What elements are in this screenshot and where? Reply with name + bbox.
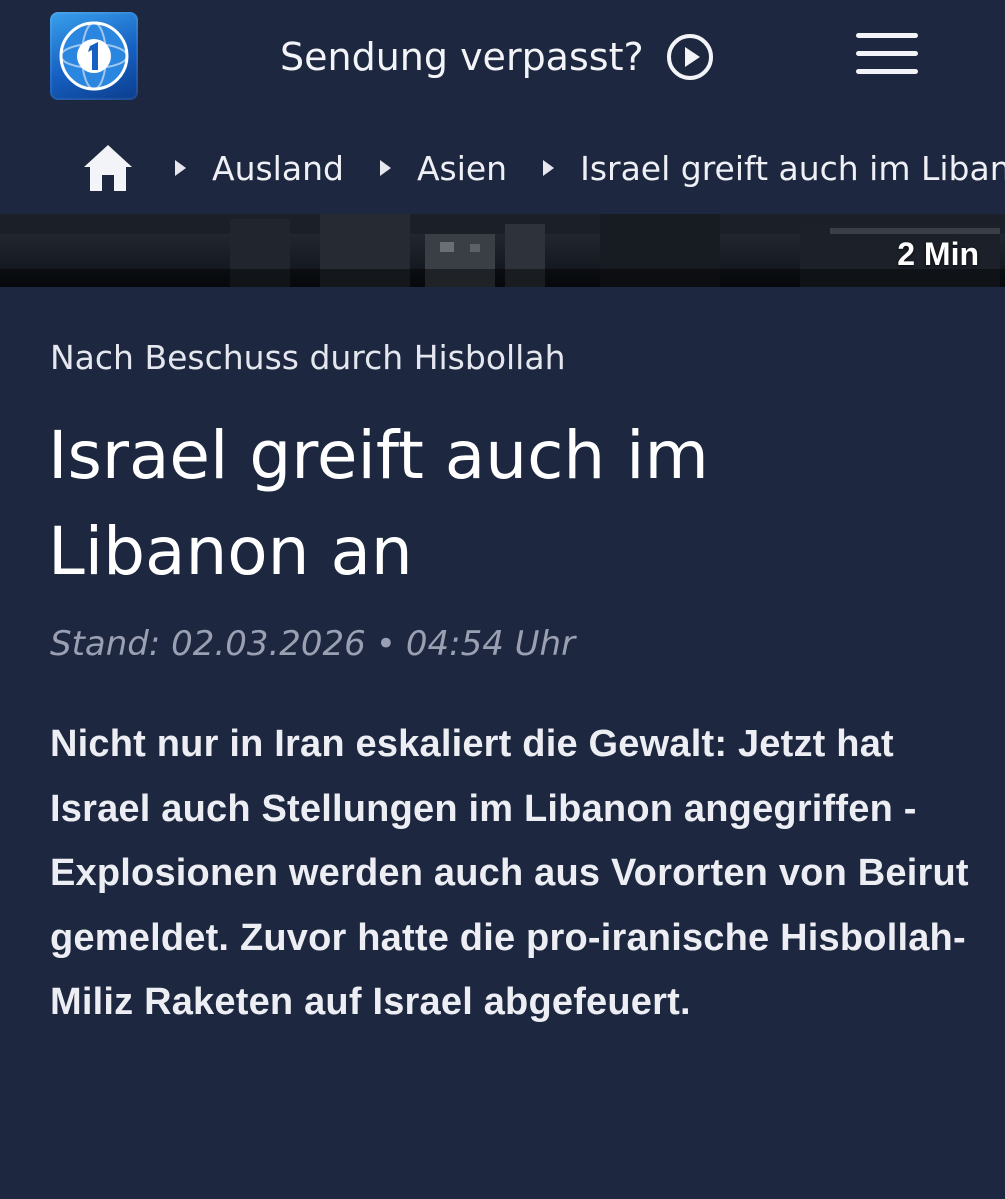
headline-line-1: Israel greift auch im xyxy=(48,417,709,494)
globe-icon xyxy=(59,21,129,91)
breadcrumb-item-current[interactable]: Israel greift auch im Libanon an xyxy=(543,149,1005,188)
breadcrumb-item-asien[interactable]: Asien xyxy=(379,148,508,188)
home-icon xyxy=(84,145,132,191)
article-headline: Israel greift auch im Libanon an xyxy=(48,408,928,600)
site-header: Sendung verpasst? xyxy=(0,0,1005,110)
hero-photo-night-city xyxy=(0,214,1005,287)
article-topline: Nach Beschuss durch Hisbollah xyxy=(50,338,566,377)
breadcrumb-home[interactable] xyxy=(82,141,134,193)
hamburger-menu-icon xyxy=(856,33,918,74)
timestamp-time: 04:54 Uhr xyxy=(405,624,576,664)
breadcrumb-item-label: Ausland xyxy=(212,148,344,188)
read-duration-badge: 2 Min xyxy=(897,236,979,272)
breadcrumb: Ausland Asien Israel greift auch im Liba… xyxy=(0,138,1005,198)
breadcrumb-items: Ausland Asien Israel greift auch im Liba… xyxy=(175,138,1005,198)
headline-line-2: Libanon an xyxy=(48,513,413,590)
hero-image[interactable] xyxy=(0,214,1005,287)
chevron-right-icon xyxy=(379,160,391,176)
page: Sendung verpasst? Ausland Asien Israel g… xyxy=(0,0,1005,1199)
breadcrumb-item-label: Israel greift auch im Libanon an xyxy=(580,148,1005,188)
missed-broadcast-label: Sendung verpasst? xyxy=(280,35,644,79)
missed-broadcast-link[interactable]: Sendung verpasst? xyxy=(280,32,714,82)
tagesschau-logo-icon[interactable] xyxy=(50,12,138,100)
timestamp-separator: • xyxy=(375,624,396,664)
timestamp-date: Stand: 02.03.2026 xyxy=(50,624,366,664)
menu-button[interactable] xyxy=(856,30,918,78)
article-timestamp: Stand: 02.03.2026 • 04:54 Uhr xyxy=(50,624,575,664)
breadcrumb-item-label: Asien xyxy=(416,148,508,188)
chevron-right-icon xyxy=(543,160,555,176)
breadcrumb-item-ausland[interactable]: Ausland xyxy=(175,149,344,188)
play-circle-icon xyxy=(666,34,713,80)
chevron-right-icon xyxy=(175,160,186,176)
article-teaser: Nicht nur in Iran eskaliert die Gewalt: … xyxy=(50,723,969,1023)
